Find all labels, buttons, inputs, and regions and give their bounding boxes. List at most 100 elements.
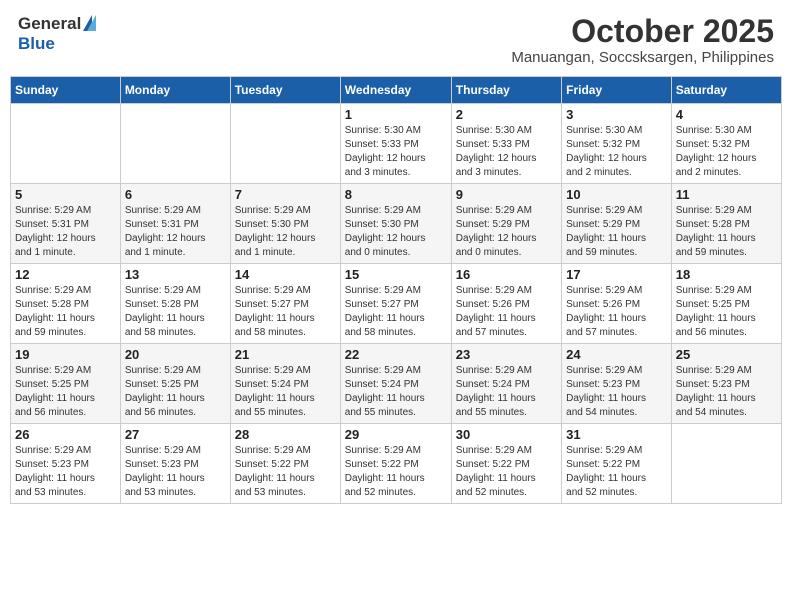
day-info: Sunrise: 5:29 AMSunset: 5:29 PMDaylight:…: [456, 204, 557, 260]
day-number: 21: [235, 347, 336, 362]
day-number: 12: [15, 267, 116, 282]
day-info: Sunrise: 5:29 AMSunset: 5:22 PMDaylight:…: [456, 444, 557, 500]
day-info: Sunrise: 5:29 AMSunset: 5:26 PMDaylight:…: [566, 284, 667, 340]
day-number: 29: [345, 427, 447, 442]
calendar-day-cell: 2 Sunrise: 5:30 AMSunset: 5:33 PMDaylight…: [451, 104, 561, 184]
calendar-day-cell: 11 Sunrise: 5:29 AMSunset: 5:28 PMDayligh…: [671, 184, 781, 264]
calendar-empty-cell: [230, 104, 340, 184]
day-number: 27: [125, 427, 226, 442]
day-number: 2: [456, 107, 557, 122]
day-info: Sunrise: 5:29 AMSunset: 5:28 PMDaylight:…: [125, 284, 226, 340]
day-number: 9: [456, 187, 557, 202]
calendar-day-cell: 24 Sunrise: 5:29 AMSunset: 5:23 PMDayligh…: [562, 344, 672, 424]
calendar-day-cell: 5 Sunrise: 5:29 AMSunset: 5:31 PMDaylight…: [11, 184, 121, 264]
calendar-day-cell: 27 Sunrise: 5:29 AMSunset: 5:23 PMDayligh…: [120, 424, 230, 504]
day-number: 13: [125, 267, 226, 282]
logo: General Blue: [18, 14, 96, 54]
day-number: 11: [676, 187, 777, 202]
calendar-day-cell: 21 Sunrise: 5:29 AMSunset: 5:24 PMDayligh…: [230, 344, 340, 424]
day-info: Sunrise: 5:30 AMSunset: 5:33 PMDaylight:…: [456, 124, 557, 180]
day-info: Sunrise: 5:29 AMSunset: 5:31 PMDaylight:…: [15, 204, 116, 260]
day-info: Sunrise: 5:29 AMSunset: 5:23 PMDaylight:…: [676, 364, 777, 420]
location-title: Manuangan, Soccsksargen, Philippines: [511, 49, 774, 66]
day-info: Sunrise: 5:30 AMSunset: 5:33 PMDaylight:…: [345, 124, 447, 180]
weekday-header: Saturday: [671, 77, 781, 104]
calendar-day-cell: 15 Sunrise: 5:29 AMSunset: 5:27 PMDayligh…: [340, 264, 451, 344]
calendar-day-cell: 16 Sunrise: 5:29 AMSunset: 5:26 PMDayligh…: [451, 264, 561, 344]
day-number: 5: [15, 187, 116, 202]
day-info: Sunrise: 5:29 AMSunset: 5:22 PMDaylight:…: [235, 444, 336, 500]
weekday-header: Friday: [562, 77, 672, 104]
day-number: 10: [566, 187, 667, 202]
calendar-empty-cell: [671, 424, 781, 504]
weekday-header: Sunday: [11, 77, 121, 104]
day-info: Sunrise: 5:29 AMSunset: 5:25 PMDaylight:…: [676, 284, 777, 340]
day-info: Sunrise: 5:29 AMSunset: 5:23 PMDaylight:…: [125, 444, 226, 500]
day-number: 19: [15, 347, 116, 362]
calendar-day-cell: 18 Sunrise: 5:29 AMSunset: 5:25 PMDayligh…: [671, 264, 781, 344]
day-number: 4: [676, 107, 777, 122]
calendar-empty-cell: [11, 104, 121, 184]
calendar-day-cell: 26Sunrise: 5:29 AMSunset: 5:23 PMDayligh…: [11, 424, 121, 504]
calendar-empty-cell: [120, 104, 230, 184]
day-number: 24: [566, 347, 667, 362]
calendar-table: SundayMondayTuesdayWednesdayThursdayFrid…: [10, 76, 782, 504]
day-info: Sunrise: 5:29 AMSunset: 5:24 PMDaylight:…: [235, 364, 336, 420]
day-number: 31: [566, 427, 667, 442]
calendar-day-cell: 4 Sunrise: 5:30 AMSunset: 5:32 PMDaylight…: [671, 104, 781, 184]
day-info: Sunrise: 5:29 AMSunset: 5:30 PMDaylight:…: [345, 204, 447, 260]
calendar-day-cell: 31 Sunrise: 5:29 AMSunset: 5:22 PMDayligh…: [562, 424, 672, 504]
day-info: Sunrise: 5:29 AMSunset: 5:27 PMDaylight:…: [235, 284, 336, 340]
weekday-header: Monday: [120, 77, 230, 104]
calendar-day-cell: 17 Sunrise: 5:29 AMSunset: 5:26 PMDayligh…: [562, 264, 672, 344]
calendar-day-cell: 23Sunrise: 5:29 AMSunset: 5:24 PMDayligh…: [451, 344, 561, 424]
day-number: 1: [345, 107, 447, 122]
day-number: 18: [676, 267, 777, 282]
weekday-header: Thursday: [451, 77, 561, 104]
day-number: 30: [456, 427, 557, 442]
calendar-day-cell: 25 Sunrise: 5:29 AMSunset: 5:23 PMDayligh…: [671, 344, 781, 424]
logo-blue: Blue: [18, 34, 55, 54]
day-info: Sunrise: 5:29 AMSunset: 5:26 PMDaylight:…: [456, 284, 557, 340]
day-number: 16: [456, 267, 557, 282]
calendar-day-cell: 8 Sunrise: 5:29 AMSunset: 5:30 PMDaylight…: [340, 184, 451, 264]
calendar-day-cell: 12 Sunrise: 5:29 AMSunset: 5:28 PMDayligh…: [11, 264, 121, 344]
logo-general: General: [18, 14, 81, 34]
day-number: 6: [125, 187, 226, 202]
weekday-header: Wednesday: [340, 77, 451, 104]
month-title: October 2025: [511, 14, 774, 49]
title-block: October 2025 Manuangan, Soccsksargen, Ph…: [511, 14, 774, 66]
day-info: Sunrise: 5:29 AMSunset: 5:22 PMDaylight:…: [345, 444, 447, 500]
day-info: Sunrise: 5:29 AMSunset: 5:25 PMDaylight:…: [15, 364, 116, 420]
calendar-day-cell: 7 Sunrise: 5:29 AMSunset: 5:30 PMDaylight…: [230, 184, 340, 264]
day-number: 22: [345, 347, 447, 362]
calendar-week-row: 1 Sunrise: 5:30 AMSunset: 5:33 PMDaylight…: [11, 104, 782, 184]
day-info: Sunrise: 5:29 AMSunset: 5:30 PMDaylight:…: [235, 204, 336, 260]
day-info: Sunrise: 5:30 AMSunset: 5:32 PMDaylight:…: [676, 124, 777, 180]
calendar-day-cell: 14Sunrise: 5:29 AMSunset: 5:27 PMDayligh…: [230, 264, 340, 344]
calendar-day-cell: 10 Sunrise: 5:29 AMSunset: 5:29 PMDayligh…: [562, 184, 672, 264]
day-info: Sunrise: 5:29 AMSunset: 5:22 PMDaylight:…: [566, 444, 667, 500]
calendar-day-cell: 20Sunrise: 5:29 AMSunset: 5:25 PMDayligh…: [120, 344, 230, 424]
calendar-week-row: 26Sunrise: 5:29 AMSunset: 5:23 PMDayligh…: [11, 424, 782, 504]
calendar-day-cell: 29 Sunrise: 5:29 AMSunset: 5:22 PMDayligh…: [340, 424, 451, 504]
day-number: 8: [345, 187, 447, 202]
day-info: Sunrise: 5:29 AMSunset: 5:23 PMDaylight:…: [566, 364, 667, 420]
day-number: 15: [345, 267, 447, 282]
calendar-day-cell: 13 Sunrise: 5:29 AMSunset: 5:28 PMDayligh…: [120, 264, 230, 344]
day-number: 23: [456, 347, 557, 362]
day-info: Sunrise: 5:29 AMSunset: 5:23 PMDaylight:…: [15, 444, 116, 500]
day-number: 28: [235, 427, 336, 442]
weekday-header: Tuesday: [230, 77, 340, 104]
calendar-day-cell: 1 Sunrise: 5:30 AMSunset: 5:33 PMDaylight…: [340, 104, 451, 184]
day-info: Sunrise: 5:29 AMSunset: 5:24 PMDaylight:…: [345, 364, 447, 420]
day-number: 17: [566, 267, 667, 282]
day-info: Sunrise: 5:30 AMSunset: 5:32 PMDaylight:…: [566, 124, 667, 180]
day-number: 7: [235, 187, 336, 202]
day-number: 25: [676, 347, 777, 362]
calendar-day-cell: 22 Sunrise: 5:29 AMSunset: 5:24 PMDayligh…: [340, 344, 451, 424]
day-info: Sunrise: 5:29 AMSunset: 5:28 PMDaylight:…: [15, 284, 116, 340]
day-info: Sunrise: 5:29 AMSunset: 5:27 PMDaylight:…: [345, 284, 447, 340]
day-info: Sunrise: 5:29 AMSunset: 5:29 PMDaylight:…: [566, 204, 667, 260]
day-info: Sunrise: 5:29 AMSunset: 5:28 PMDaylight:…: [676, 204, 777, 260]
